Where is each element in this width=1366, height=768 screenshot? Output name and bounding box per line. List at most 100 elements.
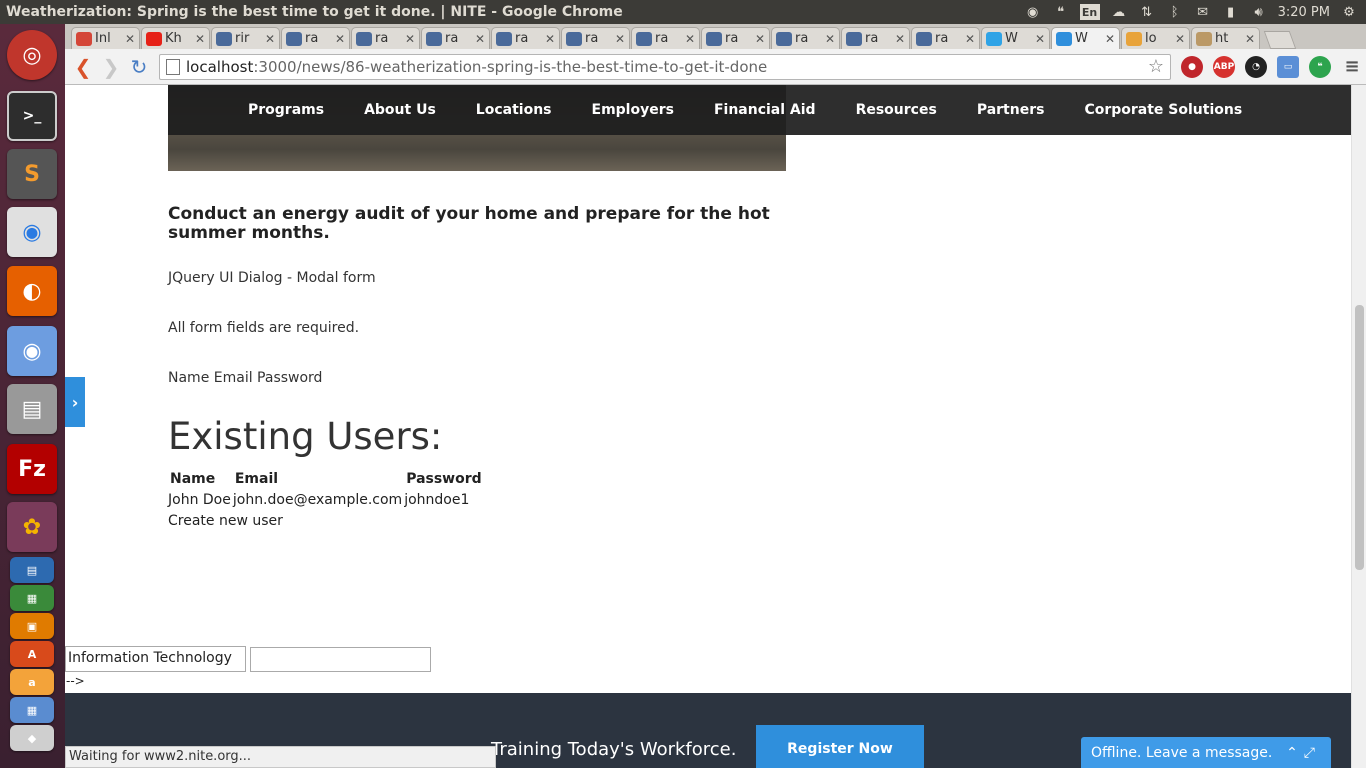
browser-tab[interactable]: ra ✕ xyxy=(841,27,910,49)
mail-icon[interactable]: ✉ xyxy=(1194,4,1212,20)
browser-tab[interactable]: W ✕ xyxy=(981,27,1050,49)
chat-label: Offline. Leave a message. xyxy=(1091,744,1273,761)
files-icon[interactable]: ▤ xyxy=(7,384,57,434)
scrollbar-thumb[interactable] xyxy=(1355,305,1364,570)
forward-button[interactable]: ❯ xyxy=(97,53,125,81)
tab-close-icon[interactable]: ✕ xyxy=(685,32,695,46)
tab-favicon-icon xyxy=(216,31,232,46)
browser-tab[interactable]: ra ✕ xyxy=(771,27,840,49)
tab-close-icon[interactable]: ✕ xyxy=(755,32,765,46)
writer-icon[interactable]: ▤ xyxy=(10,557,54,583)
filezilla-icon[interactable]: Fz xyxy=(7,444,57,494)
chromium-icon[interactable]: ◉ xyxy=(7,326,57,376)
browser-tab[interactable]: rir ✕ xyxy=(211,27,280,49)
text-input[interactable] xyxy=(250,647,431,672)
tab-label: rir xyxy=(235,31,250,46)
tab-favicon-icon xyxy=(356,31,372,46)
gear-icon[interactable]: ⚙ xyxy=(1340,4,1358,20)
browser-tab[interactable]: ra ✕ xyxy=(631,27,700,49)
tab-close-icon[interactable]: ✕ xyxy=(825,32,835,46)
chrome-icon[interactable]: ◉ xyxy=(7,207,57,257)
chat-expand-icon[interactable]: ⌃⤢ xyxy=(1286,745,1321,761)
amazon-icon[interactable]: a xyxy=(10,669,54,695)
volume-icon[interactable]: 🔊︎ xyxy=(1250,4,1268,20)
keyboard-layout-indicator[interactable]: En xyxy=(1079,4,1100,20)
page-scrollbar[interactable] xyxy=(1351,85,1366,768)
browser-tab[interactable]: ra ✕ xyxy=(561,27,630,49)
clock[interactable]: 3:20 PM xyxy=(1278,5,1330,20)
browser-tab[interactable]: ht ✕ xyxy=(1191,27,1260,49)
tab-strip: Inl ✕ Kh ✕ rir ✕ ra ✕ ra ✕ ra ✕ ra ✕ ra ✕ ra ✕ ra ✕ ra ✕ ra ✕ ra… xyxy=(65,24,1366,49)
tab-label: Inl xyxy=(95,31,111,46)
terminal-icon[interactable]: >_ xyxy=(7,91,57,141)
browser-tab[interactable]: ra ✕ xyxy=(491,27,560,49)
tab-close-icon[interactable]: ✕ xyxy=(475,32,485,46)
nav-partners[interactable]: Partners xyxy=(977,102,1045,118)
address-bar[interactable]: localhost:3000/news/86-weatherization-sp… xyxy=(159,53,1171,80)
extension-folder-icon[interactable]: ▭ xyxy=(1277,55,1299,78)
new-tab-button[interactable] xyxy=(1263,31,1297,49)
program-select[interactable]: Information Technology xyxy=(65,646,246,672)
browser-tab[interactable]: lo ✕ xyxy=(1121,27,1190,49)
tab-favicon-icon xyxy=(706,31,722,46)
adblock-icon[interactable]: ● xyxy=(1181,55,1203,78)
tab-close-icon[interactable]: ✕ xyxy=(1245,32,1255,46)
side-panel-toggle[interactable]: › xyxy=(65,377,85,427)
app-icon[interactable]: ◆ xyxy=(10,725,54,751)
nav-locations[interactable]: Locations xyxy=(476,102,552,118)
workbench-icon[interactable]: ▦ xyxy=(10,697,54,723)
reload-button[interactable]: ↻ xyxy=(125,53,153,81)
bookmark-star-icon[interactable]: ☆ xyxy=(1148,56,1164,77)
sublime-text-icon[interactable]: S xyxy=(7,149,57,199)
nav-about-us[interactable]: About Us xyxy=(364,102,436,118)
browser-tab[interactable]: ra ✕ xyxy=(911,27,980,49)
tab-close-icon[interactable]: ✕ xyxy=(965,32,975,46)
chat-widget[interactable]: Offline. Leave a message. ⌃⤢ xyxy=(1081,737,1331,768)
impress-icon[interactable]: ▣ xyxy=(10,613,54,639)
column-header-email: Email xyxy=(234,471,279,487)
cloud-icon[interactable]: ☁ xyxy=(1110,4,1128,20)
battery-icon[interactable]: ▮ xyxy=(1222,4,1240,20)
tab-close-icon[interactable]: ✕ xyxy=(1105,32,1115,46)
nav-financial-aid[interactable]: Financial Aid xyxy=(714,102,816,118)
firefox-icon[interactable]: ◐ xyxy=(7,266,57,316)
calc-icon[interactable]: ▦ xyxy=(10,585,54,611)
hangouts-tray-icon[interactable]: ❝ xyxy=(1052,4,1070,20)
picasa-icon[interactable]: ✿ xyxy=(7,502,57,552)
tab-close-icon[interactable]: ✕ xyxy=(1175,32,1185,46)
nav-resources[interactable]: Resources xyxy=(856,102,937,118)
user-email-cell: john.doe@example.com xyxy=(232,492,403,508)
menu-icon[interactable]: ≡ xyxy=(1341,56,1363,78)
nav-programs[interactable]: Programs xyxy=(248,102,324,118)
back-button[interactable]: ❮ xyxy=(69,53,97,81)
browser-tab[interactable]: Kh ✕ xyxy=(141,27,210,49)
tab-label: Kh xyxy=(165,31,182,46)
tab-close-icon[interactable]: ✕ xyxy=(265,32,275,46)
ubuntu-dash-icon[interactable]: ◎ xyxy=(7,30,57,80)
nav-corporate-solutions[interactable]: Corporate Solutions xyxy=(1084,102,1242,118)
bluetooth-icon[interactable]: ᛒ xyxy=(1166,4,1184,20)
chrome-tray-icon[interactable]: ◉ xyxy=(1024,4,1042,20)
tab-close-icon[interactable]: ✕ xyxy=(405,32,415,46)
tab-close-icon[interactable]: ✕ xyxy=(545,32,555,46)
software-center-icon[interactable]: A xyxy=(10,641,54,667)
tab-close-icon[interactable]: ✕ xyxy=(125,32,135,46)
tab-close-icon[interactable]: ✕ xyxy=(335,32,345,46)
tab-close-icon[interactable]: ✕ xyxy=(615,32,625,46)
tab-close-icon[interactable]: ✕ xyxy=(195,32,205,46)
register-now-button[interactable]: Register Now xyxy=(756,725,924,768)
browser-tab[interactable]: ra ✕ xyxy=(281,27,350,49)
browser-tab[interactable]: ra ✕ xyxy=(421,27,490,49)
browser-tab[interactable]: ra ✕ xyxy=(701,27,770,49)
browser-tab[interactable]: ra ✕ xyxy=(351,27,420,49)
browser-tab[interactable]: Inl ✕ xyxy=(71,27,140,49)
network-icon[interactable]: ⇅ xyxy=(1138,4,1156,20)
browser-tab[interactable]: W ✕ xyxy=(1051,27,1120,49)
hangouts-extension-icon[interactable]: ❝ xyxy=(1309,55,1331,78)
tab-close-icon[interactable]: ✕ xyxy=(895,32,905,46)
tab-close-icon[interactable]: ✕ xyxy=(1035,32,1045,46)
extension-new-icon[interactable]: ◔ xyxy=(1245,55,1267,78)
nav-employers[interactable]: Employers xyxy=(592,102,674,118)
create-user-button[interactable]: Create new user xyxy=(168,513,283,529)
abp-icon[interactable]: ABP xyxy=(1213,55,1235,78)
